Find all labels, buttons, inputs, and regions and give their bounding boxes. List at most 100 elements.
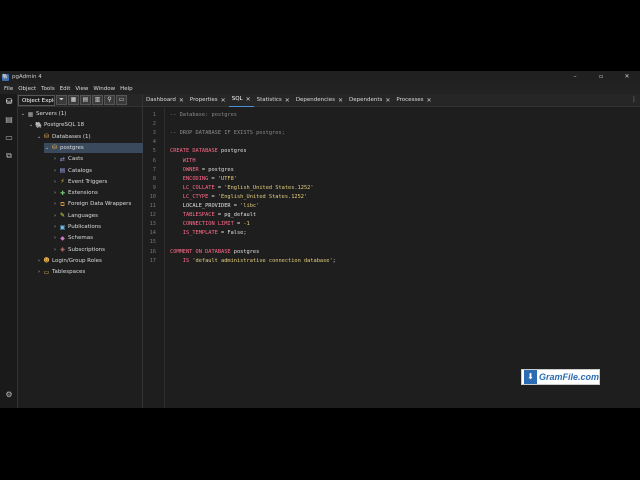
tree-node-label: Event Triggers [68,178,108,185]
tab-dependents[interactable]: Dependents ✕ [346,94,393,107]
postgres-server-icon: 🐘 [35,121,43,129]
extensions-icon: ✚ [59,189,66,197]
tree-node-postgres[interactable]: ⌄ ⛁ postgres [44,142,143,153]
code-line: CONNECTION LIMIT = -1 [170,220,250,229]
close-tab-icon[interactable]: ✕ [338,94,343,107]
roles-icon: ☻ [43,257,50,265]
tab-dashboard[interactable]: Dashboard ✕ [143,94,187,107]
chevron-right-icon[interactable]: › [52,177,58,187]
view-icon[interactable]: ▥ [92,95,103,105]
tree-node-event-triggers[interactable]: › ⚡ Event Triggers [52,177,107,187]
filter-icon[interactable]: ⏷ [56,95,67,105]
chevron-right-icon[interactable]: › [52,166,58,176]
close-button[interactable]: ✕ [614,71,640,83]
minimize-button[interactable]: – [562,71,588,83]
close-tab-icon[interactable]: ✕ [427,94,432,107]
tree-node-subscriptions[interactable]: › ◈ Subscriptions [52,245,105,255]
close-tab-icon[interactable]: ✕ [179,94,184,107]
code-token: = False; [217,230,247,237]
menu-item-object[interactable]: Object [18,86,36,92]
tab-label: Processes [396,96,424,103]
query-tool-icon[interactable]: ▤ [4,115,14,125]
maximize-button[interactable]: ▫ [588,71,614,83]
tree-node-label: Tablespaces [52,269,86,276]
chevron-down-icon[interactable]: ⌄ [36,132,42,142]
line-number: 7 [152,166,156,173]
code-line: LOCALE_PROVIDER = 'libc' [170,202,260,211]
tree-node-casts[interactable]: › ⇄ Casts [52,154,83,164]
tree-node-schemas[interactable]: › ◆ Schemas [52,233,93,243]
sql-editor[interactable]: 1 2 3 4 5 6 7 8 9 10 11 12 13 14 15 16 17 -- Database: p… [143,108,640,408]
tree-node-databases-1[interactable]: ⌄ ⛁ Databases (1) [36,132,91,142]
tree-node-tablespaces[interactable]: › ▭ Tablespaces [36,267,85,277]
chevron-right-icon[interactable]: › [52,233,58,243]
settings-gear-icon[interactable]: ⚙ [4,390,14,400]
code-token: = pg_default [214,212,257,219]
chevron-down-icon[interactable]: ⌄ [20,109,26,119]
tree-node-label: Catalogs [68,167,92,174]
close-tab-icon[interactable]: ✕ [246,93,251,106]
tab-processes[interactable]: Processes ✕ [393,94,434,107]
close-tab-icon[interactable]: ✕ [285,94,290,107]
tab-sql[interactable]: SQL ✕ [228,93,254,107]
tree-node-label: Subscriptions [68,246,106,253]
code-line: WITH [170,157,196,166]
tree-node-languages[interactable]: › ✎ Languages [52,211,98,221]
tree-node-servers-1[interactable]: ⌄ ▦ Servers (1) [20,109,67,119]
search-icon[interactable]: ⚲ [104,95,115,105]
tree-node-foreign-data-wrappers[interactable]: › ⧉ Foreign Data Wrappers [52,199,131,209]
close-tab-icon[interactable]: ✕ [385,94,390,107]
chevron-right-icon[interactable]: › [52,211,58,221]
chevron-down-icon[interactable]: ⌄ [44,143,50,153]
menu-item-file[interactable]: File [4,86,13,92]
close-tab-icon[interactable]: ✕ [221,94,226,107]
terminal-icon[interactable]: ▭ [116,95,127,105]
tree-node-login-group-roles[interactable]: › ☻ Login/Group Roles [36,256,102,266]
chevron-right-icon[interactable]: › [52,222,58,232]
menu-item-window[interactable]: Window [93,86,115,92]
object-explorer-icon[interactable]: ⛁ [4,97,14,107]
casts-icon: ⇄ [59,155,66,163]
tab-properties[interactable]: Properties ✕ [187,94,229,107]
line-number: 11 [149,203,156,209]
menu-item-tools[interactable]: Tools [41,86,55,92]
psql-tool-icon[interactable]: ▭ [4,133,14,143]
tab-dependencies[interactable]: Dependencies ✕ [293,94,346,107]
tree-node-label: Casts [68,156,84,163]
chevron-right-icon[interactable]: › [36,267,42,277]
chevron-right-icon[interactable]: › [52,188,58,198]
panel-tabs: Dashboard ✕ Properties ✕ SQL ✕ Statistics ✕ Depe… [143,94,640,107]
sql-panel: Dashboard ✕ Properties ✕ SQL ✕ Statistics ✕ Depe… [143,94,640,408]
object-explorer-panel: Object Explorer ⏷ ▦ ▤ ▥ ⚲ ▭ ⌄▦Servers (1… [18,94,143,408]
menu-item-help[interactable]: Help [120,86,133,92]
chevron-right-icon[interactable]: › [52,154,58,164]
chevron-right-icon[interactable]: › [36,256,42,266]
tree-node-publications[interactable]: › ▣ Publications [52,222,101,232]
code-line: IS 'default administrative connection da… [170,257,336,266]
publications-icon: ▣ [59,223,66,231]
code-token: OWNER [170,166,199,173]
tree-node-label: postgres [60,144,84,151]
chevron-right-icon[interactable]: › [52,199,58,209]
code-token: TABLESPACE [170,212,215,219]
schema-diff-icon[interactable]: ⧉ [4,151,14,161]
tab-overflow-icon[interactable]: ⋮ [631,96,637,103]
tree-node-label: Databases (1) [52,133,91,140]
menu-item-edit[interactable]: Edit [60,86,71,92]
menu-item-view[interactable]: View [75,86,88,92]
tree-node-extensions[interactable]: › ✚ Extensions [52,188,98,198]
line-number: 14 [149,230,156,237]
tree-node-postgresql-18[interactable]: ⌄ 🐘 PostgreSQL 18 [28,120,84,130]
tab-label: Dependencies [295,96,335,103]
tree-node-catalogs[interactable]: › ▤ Catalogs [52,166,92,176]
table-icon[interactable]: ▦ [68,95,79,105]
grid-icon[interactable]: ▤ [80,95,91,105]
tree-node-label: Schemas [68,235,93,242]
tab-statistics[interactable]: Statistics ✕ [254,94,293,107]
chevron-down-icon[interactable]: ⌄ [28,120,34,130]
elephant-icon: 🐘 [2,73,9,81]
window-title: pgAdmin 4 [12,74,42,80]
chevron-right-icon[interactable]: › [52,245,58,255]
object-explorer-tab[interactable]: Object Explorer [18,94,55,106]
code-line: OWNER = postgres [170,166,234,175]
